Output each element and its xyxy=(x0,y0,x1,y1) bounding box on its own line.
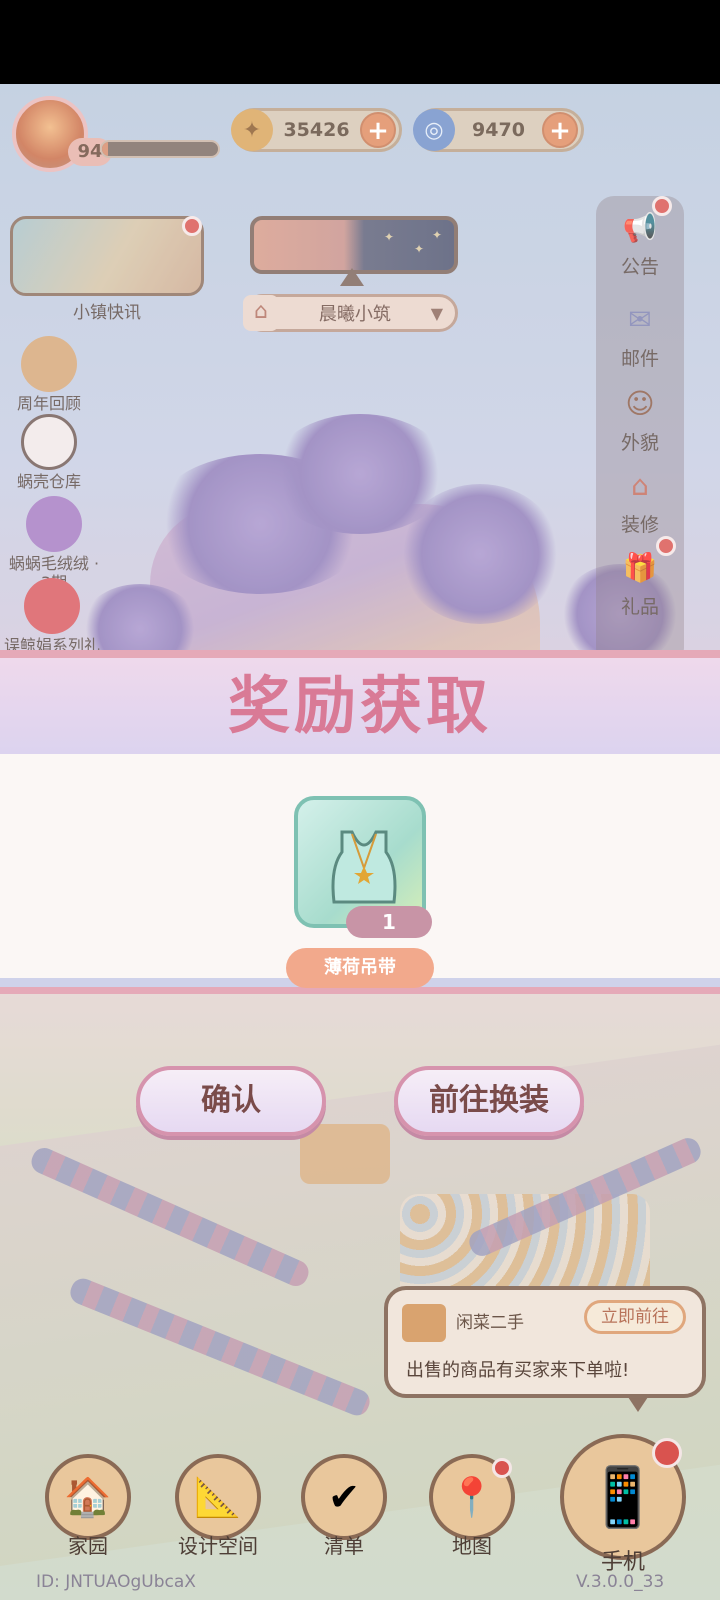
market-notification[interactable]: 闲菜二手 立即前往 出售的商品有买家来下单啦! xyxy=(384,1286,706,1398)
coin-icon: ✦ xyxy=(231,109,273,151)
renovate-icon: ⌂ xyxy=(631,468,649,502)
mail-icon: ✉ xyxy=(628,302,652,336)
swirl-shell-icon: ◎ xyxy=(413,109,455,151)
reward-dialog-title: 奖励获取 xyxy=(227,669,492,742)
player-avatar-area[interactable]: 94 xyxy=(6,90,112,180)
home-name: 晨曦小筑 xyxy=(318,304,391,325)
day-night-widget: ✦ ✦ ✦ xyxy=(250,216,458,274)
right-menu-label: 装修 xyxy=(620,514,659,536)
design-icon: 📐 xyxy=(175,1454,261,1540)
chevron-down-icon: ▼ xyxy=(430,303,443,323)
xp-bar xyxy=(100,140,220,158)
right-menu-renovate[interactable]: ⌂ 装修 xyxy=(596,460,684,537)
plush-icon xyxy=(26,496,82,552)
dock-checklist[interactable]: ✔ 清单 xyxy=(296,1454,392,1559)
right-menu-appearance[interactable]: ☺ 外貌 xyxy=(596,378,684,455)
dock-label: 设计空间 xyxy=(178,1534,258,1558)
version-label: V.3.0.0_33 xyxy=(576,1572,665,1592)
reward-item-name: 薄荷吊带 xyxy=(286,948,434,988)
confirm-button[interactable]: 确认 xyxy=(136,1066,326,1136)
gift-red-dot xyxy=(656,536,676,556)
right-menu-mail[interactable]: ✉ 邮件 xyxy=(596,294,684,371)
add-shell-button[interactable]: + xyxy=(542,112,578,148)
dock-home[interactable]: 🏠 家园 xyxy=(40,1454,136,1559)
news-red-dot xyxy=(182,216,202,236)
map-red-dot xyxy=(492,1458,512,1478)
go-now-button[interactable]: 立即前往 xyxy=(584,1300,686,1334)
dialog-top-border xyxy=(0,650,720,658)
town-news-label: 小镇快讯 xyxy=(73,303,141,323)
user-id: ID: JNTUAOgUbcaX xyxy=(36,1572,196,1592)
game-scene: 94 ✦ 35426 + ◎ 9470 + 小镇快讯 ✦ ✦ ✦ ⌂ 晨曦小筑 … xyxy=(0,84,720,1600)
dock-label: 地图 xyxy=(452,1534,492,1558)
xp-bar-fill xyxy=(102,142,108,156)
time-pointer xyxy=(340,268,364,286)
house-icon: ⌂ xyxy=(243,295,279,331)
coin-counter: ✦ 35426 + xyxy=(231,108,402,152)
reward-item-count: 1 xyxy=(346,906,432,938)
town-news-card[interactable] xyxy=(10,216,204,296)
checklist-icon: ✔ xyxy=(301,1454,387,1540)
cat-warehouse-icon xyxy=(21,414,77,470)
tank-top-icon xyxy=(331,830,397,904)
anniversary-icon xyxy=(21,336,77,392)
right-menu-label: 礼品 xyxy=(620,596,659,618)
dock-label: 清单 xyxy=(324,1534,364,1558)
notice-red-dot xyxy=(652,196,672,216)
dock-design[interactable]: 📐 设计空间 xyxy=(168,1454,268,1559)
right-menu-notice[interactable]: 📢 公告 xyxy=(596,202,684,279)
box-icon xyxy=(402,1304,446,1342)
character-icon: ☺ xyxy=(625,386,655,420)
add-coin-button[interactable]: + xyxy=(360,112,396,148)
notification-app-name: 闲菜二手 xyxy=(456,1313,524,1333)
left-menu-warehouse[interactable]: 蜗壳仓库 xyxy=(4,414,94,491)
coin-value: 35426 xyxy=(283,119,350,141)
left-menu-label: 周年回顾 xyxy=(16,394,81,413)
right-menu-label: 公告 xyxy=(620,256,659,278)
phone-icon: 📱 xyxy=(586,1462,660,1531)
flower-gift-icon xyxy=(24,578,80,634)
dock-label: 家园 xyxy=(68,1534,108,1558)
right-menu-label: 外貌 xyxy=(620,432,659,454)
notification-message: 出售的商品有买家来下单啦! xyxy=(406,1360,630,1381)
wisteria-cluster xyxy=(400,484,560,624)
go-dressup-button[interactable]: 前往换装 xyxy=(394,1066,584,1136)
home-selector[interactable]: ⌂ 晨曦小筑 ▼ xyxy=(243,294,458,332)
shell-value: 9470 xyxy=(472,119,525,141)
left-menu-anniversary[interactable]: 周年回顾 xyxy=(4,336,94,413)
right-menu-label: 邮件 xyxy=(620,348,659,370)
shell-counter: ◎ 9470 + xyxy=(413,108,584,152)
notification-tail xyxy=(626,1394,650,1412)
phone-red-dot xyxy=(652,1438,682,1468)
bread-table xyxy=(300,1124,390,1184)
left-menu-label: 蜗壳仓库 xyxy=(16,472,81,491)
reward-dialog-header: 奖励获取 xyxy=(0,658,720,754)
home-icon: 🏠 xyxy=(45,1454,131,1540)
